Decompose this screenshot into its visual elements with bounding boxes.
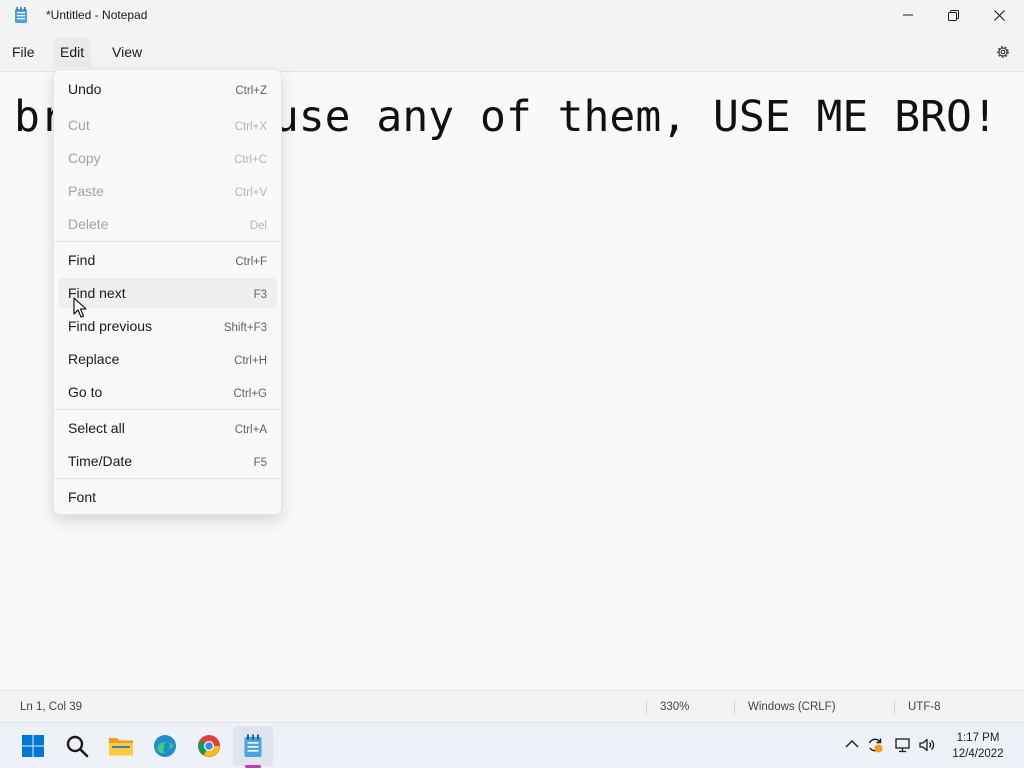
menu-item-shortcut: Ctrl+G <box>233 388 267 400</box>
menu-item-shortcut: Ctrl+F <box>235 256 267 268</box>
menu-item-undo[interactable]: Undo Ctrl+Z <box>58 74 277 104</box>
title-bar: *Untitled - Notepad <box>0 0 1024 32</box>
menu-item-find-next[interactable]: Find next F3 <box>58 278 277 308</box>
clock-date: 12/4/2022 <box>952 748 1004 760</box>
menu-bar: File Edit View <box>0 32 1024 72</box>
volume-icon[interactable] <box>918 736 936 754</box>
menu-item-shortcut: Ctrl+Z <box>235 85 267 97</box>
status-divider <box>894 700 895 714</box>
taskbar: 1:17 PM 12/4/2022 <box>0 722 1024 768</box>
system-clock[interactable]: 1:17 PM 12/4/2022 <box>944 730 1012 762</box>
taskbar-edge[interactable] <box>145 726 185 766</box>
taskbar-chrome[interactable] <box>189 726 229 766</box>
settings-gear-icon[interactable] <box>994 43 1012 61</box>
menu-item-shortcut: Del <box>249 220 267 232</box>
menu-item-shortcut: F3 <box>253 289 267 301</box>
start-button[interactable] <box>13 726 53 766</box>
encoding: UTF-8 <box>908 701 941 713</box>
network-icon[interactable] <box>894 736 912 754</box>
chrome-icon <box>198 735 220 757</box>
menu-item-label: Undo <box>68 81 102 97</box>
menu-item-find-previous[interactable]: Find previous Shift+F3 <box>58 311 277 341</box>
menu-item-copy[interactable]: Copy Ctrl+C <box>58 143 277 173</box>
menu-item-label: Replace <box>68 351 120 367</box>
menu-item-label: Paste <box>68 183 104 199</box>
menu-item-shortcut: Ctrl+A <box>234 424 267 436</box>
menu-item-shortcut: Ctrl+V <box>234 187 267 199</box>
menu-item-shortcut: Ctrl+H <box>234 355 267 367</box>
menu-item-time-date[interactable]: Time/Date F5 <box>58 446 277 476</box>
taskbar-file-explorer[interactable] <box>101 726 141 766</box>
taskbar-search-button[interactable] <box>57 726 97 766</box>
restore-button[interactable] <box>930 0 976 30</box>
menu-item-label: Go to <box>68 384 103 400</box>
menu-item-shortcut: Ctrl+X <box>234 121 267 133</box>
menu-separator <box>54 478 281 479</box>
menu-separator <box>54 409 281 410</box>
mouse-pointer-icon <box>73 297 87 318</box>
menu-item-find[interactable]: Find Ctrl+F <box>58 245 277 275</box>
menu-item-shortcut: Ctrl+C <box>234 154 267 166</box>
taskbar-notepad[interactable] <box>233 726 273 766</box>
menu-item-font[interactable]: Font <box>58 482 277 512</box>
menu-item-shortcut: Shift+F3 <box>223 322 267 334</box>
menu-item-label: Cut <box>68 117 90 133</box>
chevron-up-icon[interactable] <box>843 736 861 754</box>
menu-item-label: Find <box>68 252 96 268</box>
menu-item-go-to[interactable]: Go to Ctrl+G <box>58 377 277 407</box>
close-icon <box>993 9 1005 21</box>
file-explorer-icon <box>109 738 133 756</box>
notepad-icon <box>244 734 262 757</box>
window-title: *Untitled - Notepad <box>46 8 148 22</box>
sync-update-icon[interactable] <box>866 736 884 754</box>
notepad-app-icon <box>15 7 27 23</box>
cursor-position: Ln 1, Col 39 <box>20 701 83 713</box>
menu-item-paste[interactable]: Paste Ctrl+V <box>58 176 277 206</box>
line-ending: Windows (CRLF) <box>748 701 836 713</box>
menu-item-label: Delete <box>68 216 109 232</box>
clock-time: 1:17 PM <box>956 732 1000 744</box>
menu-item-cut[interactable]: Cut Ctrl+X <box>58 110 277 140</box>
status-bar: Ln 1, Col 39 330% Windows (CRLF) UTF-8 <box>0 690 1024 722</box>
zoom-level: 330% <box>660 701 690 713</box>
restore-icon <box>947 9 959 21</box>
menu-item-select-all[interactable]: Select all Ctrl+A <box>58 413 277 443</box>
menu-item-replace[interactable]: Replace Ctrl+H <box>58 344 277 374</box>
menu-file[interactable]: File <box>5 38 42 67</box>
menu-item-label: Font <box>68 489 97 505</box>
menu-edit[interactable]: Edit <box>53 38 92 67</box>
status-divider <box>646 700 647 714</box>
close-button[interactable] <box>976 0 1022 30</box>
menu-separator <box>54 241 281 242</box>
status-divider <box>734 700 735 714</box>
menu-item-label: Select all <box>68 420 125 436</box>
menu-item-label: Copy <box>68 150 101 166</box>
edit-menu-dropdown: Undo Ctrl+Z Cut Ctrl+X Copy Ctrl+C Paste… <box>53 69 282 515</box>
menu-item-delete[interactable]: Delete Del <box>58 209 277 239</box>
menu-item-label: Time/Date <box>68 453 133 469</box>
search-icon <box>66 735 89 758</box>
minimize-icon <box>903 14 913 16</box>
start-icon <box>22 735 44 757</box>
edge-icon <box>154 735 176 757</box>
menu-view[interactable]: View <box>105 38 149 67</box>
menu-item-shortcut: F5 <box>253 457 267 469</box>
minimize-button[interactable] <box>885 0 931 30</box>
